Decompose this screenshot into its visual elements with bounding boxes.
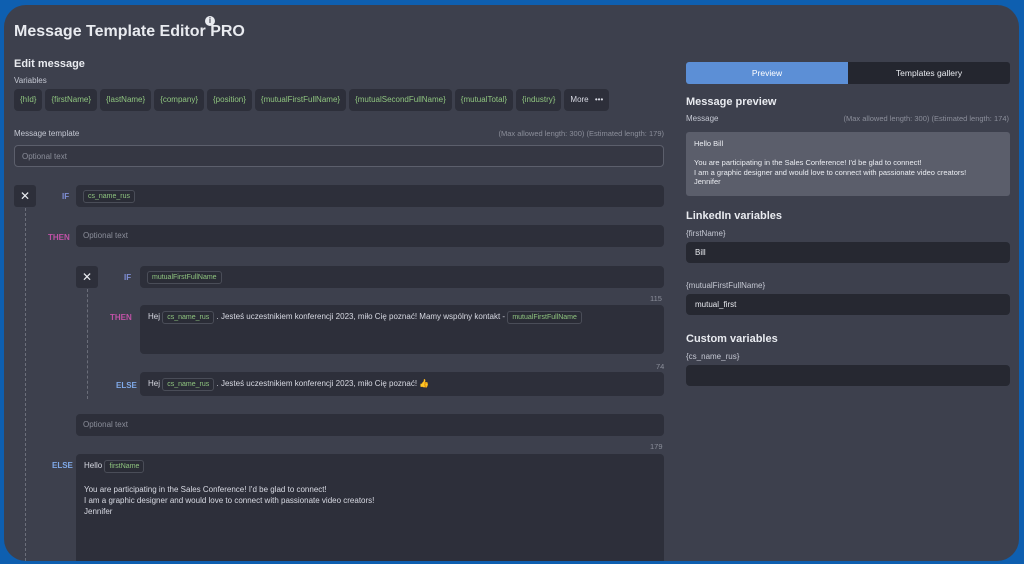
preview-line-4: Jennifer — [694, 177, 721, 186]
else-firstname-tag: firstName — [104, 460, 145, 473]
after-inner-optional-input[interactable]: Optional text — [76, 414, 664, 436]
else-hello: Hello — [84, 461, 103, 470]
inner-condition-guide-line — [87, 289, 88, 399]
editor-window: Message Template Editor PRO i Edit messa… — [4, 5, 1019, 561]
variable-chip-hid[interactable]: {hId} — [14, 89, 43, 111]
more-dots-icon: ••• — [594, 95, 604, 104]
inner-else-text: . Jesteś uczestnikiem konferencji 2023, … — [216, 379, 430, 388]
inner-then-length: 115 — [650, 294, 662, 303]
inner-else-length: 74 — [656, 362, 665, 371]
preview-length-info: (Max allowed length: 300) (Estimated len… — [843, 114, 1009, 123]
right-panel-tabs: Preview Templates gallery — [686, 62, 1010, 84]
inner-else-text-field[interactable]: Hej cs_name_rus . Jesteś uczestnikiem ko… — [140, 372, 664, 396]
cs-name-rus-label: {cs_name_rus} — [686, 352, 740, 361]
inner-else-var-tag: cs_name_rus — [162, 378, 215, 391]
if-variable-tag: cs_name_rus — [83, 190, 136, 203]
if-condition-field[interactable]: cs_name_rus — [76, 185, 664, 207]
variable-chip-company[interactable]: {company} — [154, 89, 204, 111]
variable-chip-mutualsecondfullname[interactable]: {mutualSecondFullName} — [349, 89, 452, 111]
more-label: More — [570, 95, 589, 104]
linkedin-variables-title: LinkedIn variables — [686, 210, 782, 222]
mutualfirstfullname-variable-label: {mutualFirstFullName} — [686, 281, 766, 290]
else-line-2: I am a graphic designer and would love t… — [84, 496, 375, 505]
template-optional-input[interactable]: Optional text — [14, 145, 664, 167]
if-keyword: IF — [62, 192, 70, 201]
custom-variables-title: Custom variables — [686, 333, 778, 345]
inner-else-prefix: Hej — [148, 379, 161, 388]
variable-chip-position[interactable]: {position} — [207, 89, 252, 111]
message-template-label: Message template — [14, 129, 80, 138]
then-keyword: THEN — [48, 233, 70, 242]
more-variables-button[interactable]: More ••• — [564, 89, 610, 111]
preview-line-1: Hello Bill — [694, 139, 724, 148]
then-placeholder: Optional text — [83, 231, 128, 240]
inner-else-keyword: ELSE — [116, 381, 137, 390]
else-keyword: ELSE — [52, 461, 73, 470]
variable-chip-mutualfirstfullname[interactable]: {mutualFirstFullName} — [254, 89, 347, 111]
tab-preview[interactable]: Preview — [686, 62, 848, 84]
inner-then-text-field[interactable]: Hej cs_name_rus . Jesteś uczestnikiem ko… — [140, 305, 664, 354]
template-placeholder: Optional text — [22, 152, 67, 161]
mutualfirstfullname-variable-input[interactable]: mutual_first — [686, 294, 1010, 315]
template-length-info: (Max allowed length: 300) (Estimated len… — [498, 129, 664, 138]
info-icon[interactable]: i — [205, 16, 215, 26]
message-preview-box: Hello Bill You are participating in the … — [686, 132, 1010, 196]
cs-name-rus-input[interactable] — [686, 365, 1010, 386]
after-inner-placeholder: Optional text — [83, 420, 128, 429]
inner-then-var-tag: cs_name_rus — [162, 311, 215, 324]
else-line-3: Jennifer — [84, 507, 113, 516]
remove-inner-condition-icon[interactable]: ✕ — [76, 266, 98, 288]
firstname-variable-label: {firstName} — [686, 229, 726, 238]
inner-then-prefix: Hej — [148, 312, 161, 321]
message-preview-title: Message preview — [686, 96, 777, 108]
condition-guide-line — [25, 208, 26, 561]
inner-then-keyword: THEN — [110, 313, 132, 322]
inner-then-var2-tag: mutualFirstFullName — [507, 311, 582, 324]
else-length: 179 — [650, 442, 663, 451]
remove-condition-icon[interactable]: ✕ — [14, 185, 36, 207]
inner-if-condition-field[interactable]: mutualFirstFullName — [140, 266, 664, 288]
else-text-field[interactable]: Hello firstName You are participating in… — [76, 454, 664, 561]
inner-if-variable-tag: mutualFirstFullName — [147, 271, 222, 284]
inner-if-keyword: IF — [124, 273, 132, 282]
preview-message-label: Message — [686, 114, 719, 123]
edit-message-title: Edit message — [14, 58, 85, 70]
preview-line-2: You are participating in the Sales Confe… — [694, 158, 922, 167]
inner-then-text: . Jesteś uczestnikiem konferencji 2023, … — [216, 312, 506, 321]
variable-chip-mutualtotal[interactable]: {mutualTotal} — [454, 89, 514, 111]
else-line-1: You are participating in the Sales Confe… — [84, 485, 327, 494]
firstname-variable-input[interactable]: Bill — [686, 242, 1010, 263]
variable-chip-lastname[interactable]: {lastName} — [100, 89, 152, 111]
variables-label: Variables — [14, 76, 47, 85]
tab-templates-gallery[interactable]: Templates gallery — [848, 62, 1010, 84]
variable-chip-industry[interactable]: {industry} — [516, 89, 562, 111]
variable-chip-firstname[interactable]: {firstName} — [45, 89, 98, 111]
else-first-line: Hello firstName — [84, 460, 656, 473]
then-optional-input[interactable]: Optional text — [76, 225, 664, 247]
preview-line-3: I am a graphic designer and would love t… — [694, 167, 967, 177]
variables-bar: {hId} {firstName} {lastName} {company} {… — [14, 89, 610, 111]
